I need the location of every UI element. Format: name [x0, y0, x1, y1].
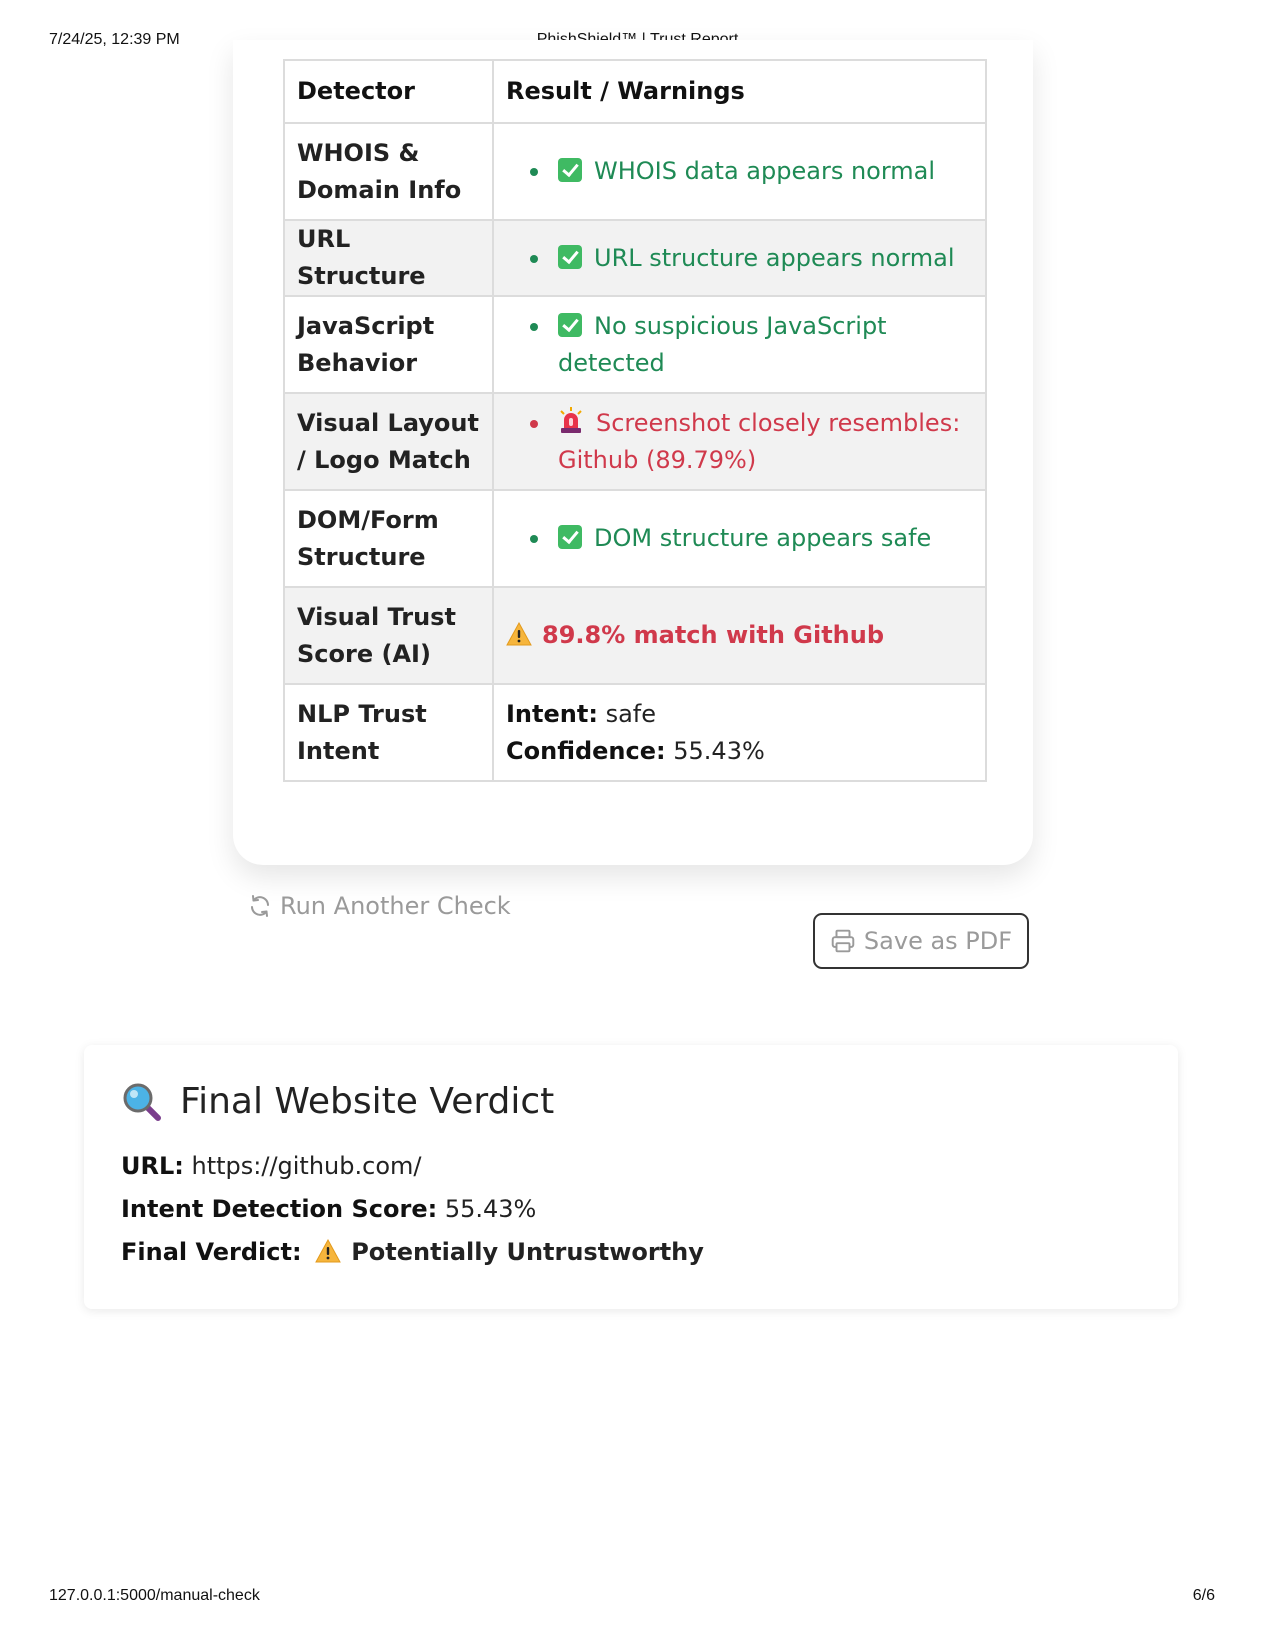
- intent-label: Intent:: [506, 699, 598, 728]
- result-list: DOM structure appears safe: [506, 520, 973, 557]
- verdict-heading: Final Website Verdict: [122, 1081, 554, 1122]
- siren-icon: [560, 406, 582, 433]
- report-card: Detector Result / Warnings WHOIS & Domai…: [233, 40, 1033, 865]
- check-icon: [558, 312, 582, 337]
- verdict-final-line: Final Verdict: Potentially Untrustworthy: [121, 1238, 704, 1266]
- table-row: Visual Trust Score (AI) 89.8% match with…: [283, 586, 987, 685]
- url-value: https://github.com/: [191, 1152, 422, 1180]
- url-label: URL:: [121, 1152, 184, 1180]
- detector-name: Visual Trust Score (AI): [283, 586, 494, 685]
- table-row: WHOIS & Domain Info WHOIS data appears n…: [283, 122, 987, 221]
- print-footer: 127.0.0.1:5000/manual-check 6/6: [0, 1587, 1275, 1609]
- save-as-pdf-label: Save as PDF: [863, 927, 1013, 955]
- warning-icon: [315, 1239, 342, 1263]
- table-header-row: Detector Result / Warnings: [283, 59, 987, 124]
- final-verdict-value: Potentially Untrustworthy: [351, 1238, 704, 1266]
- result-item: DOM structure appears safe: [530, 520, 973, 557]
- run-another-check-label: Run Another Check: [280, 892, 511, 920]
- detector-name: JavaScript Behavior: [283, 295, 494, 394]
- visual-trust-score-text: 89.8% match with Github: [542, 621, 885, 649]
- detector-name: DOM/Form Structure: [283, 489, 494, 588]
- result-text: URL structure appears normal: [594, 243, 955, 272]
- result-text: DOM structure appears safe: [594, 524, 932, 552]
- result-item: URL structure appears normal: [530, 240, 973, 277]
- detector-name: NLP Trust Intent: [283, 683, 494, 782]
- table-row: Visual Layout / Logo Match Screenshot cl…: [283, 392, 987, 491]
- print-page-number: 6/6: [1192, 1587, 1215, 1604]
- score-value: 55.43%: [444, 1195, 537, 1223]
- result-list: No suspicious JavaScript detected: [506, 308, 973, 382]
- check-icon: [558, 525, 582, 549]
- final-verdict-label: Final Verdict:: [121, 1238, 302, 1266]
- result-text: WHOIS data appears normal: [594, 157, 936, 185]
- confidence-label: Confidence:: [506, 736, 666, 765]
- confidence-value: 55.43%: [673, 736, 765, 765]
- verdict-title: Final Website Verdict: [180, 1081, 555, 1122]
- table-row: NLP Trust Intent Intent: safe Confidence…: [283, 683, 987, 782]
- result-item: WHOIS data appears normal: [530, 153, 973, 190]
- detector-name: URL Structure: [283, 219, 494, 297]
- intent-value: safe: [605, 699, 656, 728]
- column-header-detector: Detector: [283, 59, 494, 124]
- warning-icon: [506, 622, 532, 646]
- result-item: No suspicious JavaScript detected: [530, 308, 973, 382]
- column-header-result: Result / Warnings: [492, 59, 987, 124]
- printer-icon: [831, 929, 855, 953]
- magnifying-glass-icon: [123, 1083, 161, 1121]
- result-text: No suspicious JavaScript detected: [558, 311, 887, 377]
- check-icon: [558, 244, 582, 269]
- print-url: 127.0.0.1:5000/manual-check: [49, 1587, 260, 1604]
- verdict-score-line: Intent Detection Score: 55.43%: [121, 1195, 536, 1223]
- table-row: DOM/Form Structure DOM structure appears…: [283, 489, 987, 588]
- detector-name: WHOIS & Domain Info: [283, 122, 494, 221]
- table-row: JavaScript Behavior No suspicious JavaSc…: [283, 295, 987, 394]
- score-label: Intent Detection Score:: [121, 1195, 438, 1223]
- result-text: Screenshot closely resembles: Github (89…: [558, 408, 961, 474]
- detector-results-table: Detector Result / Warnings WHOIS & Domai…: [283, 59, 987, 782]
- refresh-icon: [251, 895, 269, 917]
- check-icon: [558, 158, 582, 182]
- final-verdict-panel: Final Website Verdict URL: https://githu…: [84, 1045, 1178, 1309]
- result-list: URL structure appears normal: [506, 240, 973, 277]
- visual-trust-score-cell: 89.8% match with Github: [492, 586, 987, 685]
- result-list: WHOIS data appears normal: [506, 153, 973, 190]
- table-row: URL Structure URL structure appears norm…: [283, 219, 987, 297]
- result-list: Screenshot closely resembles: Github (89…: [506, 405, 973, 479]
- save-as-pdf-button[interactable]: Save as PDF: [813, 913, 1029, 969]
- result-item: Screenshot closely resembles: Github (89…: [530, 405, 973, 479]
- detector-name: Visual Layout / Logo Match: [283, 392, 494, 491]
- nlp-intent-cell: Intent: safe Confidence: 55.43%: [492, 683, 987, 782]
- run-another-check-button[interactable]: Run Another Check: [248, 886, 511, 926]
- verdict-url-line: URL: https://github.com/: [121, 1152, 421, 1180]
